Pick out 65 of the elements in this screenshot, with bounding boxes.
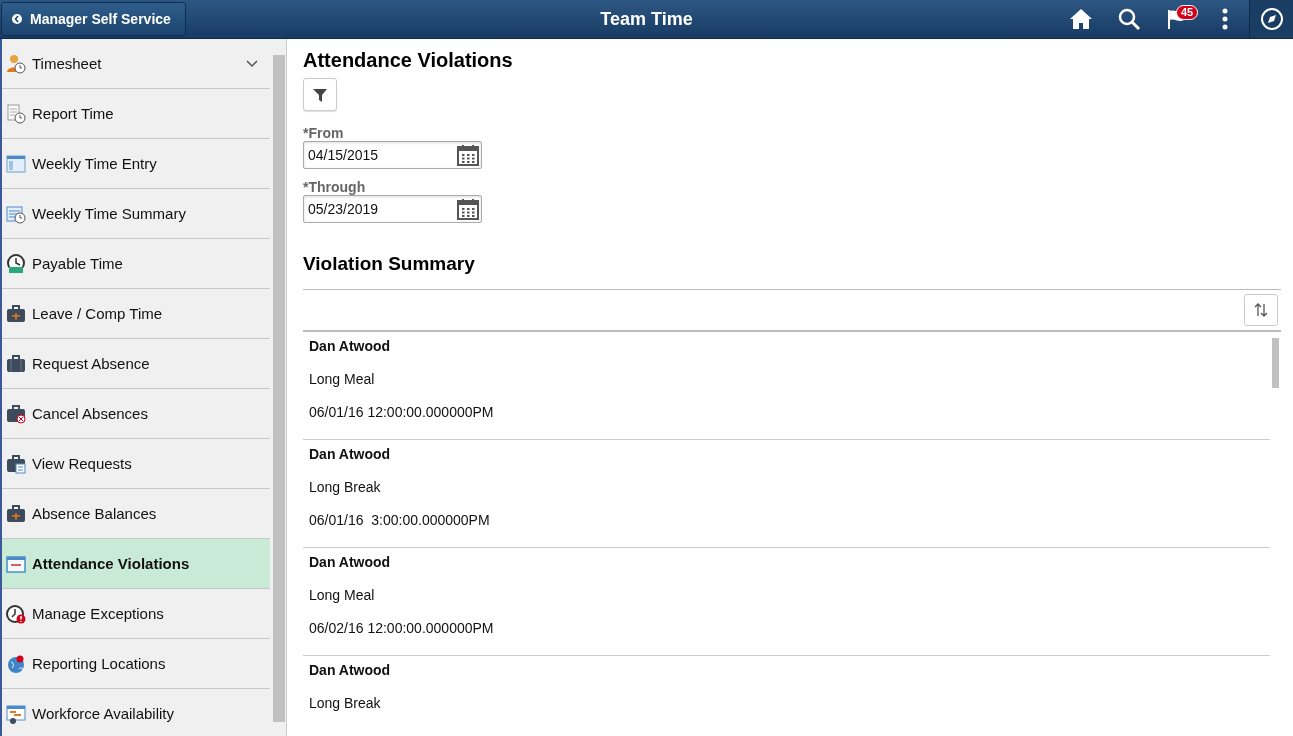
employee-name: Dan Atwood (309, 554, 392, 570)
sidebar-item[interactable]: Attendance Violations (2, 539, 271, 589)
sort-button[interactable] (1244, 294, 1278, 326)
violation-datetime: 06/01/16 3:00:00.000000PM (309, 512, 491, 528)
briefcase-cancel-icon (6, 403, 26, 424)
chevron-left-icon (12, 13, 22, 25)
page-title: Team Time (600, 8, 693, 30)
more-vertical-icon (1222, 8, 1228, 30)
clock-money-icon (6, 253, 26, 274)
violation-datetime: 06/02/16 12:00:00.000000PM (309, 620, 495, 636)
violation-row[interactable]: Dan Atwood Long Meal 06/02/16 12:00:00.000000PM (303, 548, 1270, 656)
violation-row[interactable]: Dan Atwood Long Break (303, 656, 1270, 736)
briefcase-scale-icon (6, 303, 26, 324)
chart-window-icon (6, 703, 26, 724)
calendar-icon (6, 553, 26, 574)
violation-type: Long Break (309, 479, 382, 495)
violation-datetime: 06/01/16 12:00:00.000000PM (309, 404, 495, 420)
sidebar-item[interactable]: Report Time (2, 89, 271, 139)
briefcase-scale-icon (6, 503, 26, 524)
calendar-clock-icon (6, 203, 26, 224)
employee-name: Dan Atwood (309, 446, 392, 462)
chevron-down-icon[interactable] (246, 59, 259, 68)
sidebar-item[interactable]: Reporting Locations (2, 639, 271, 689)
sidebar-item[interactable]: Request Absence (2, 339, 271, 389)
field-label: *Through (303, 179, 367, 195)
field-label: *From (303, 125, 345, 141)
violation-type: Long Meal (309, 587, 376, 603)
sidebar-item[interactable]: Workforce Availability (2, 689, 271, 736)
violation-type: Long Meal (309, 371, 376, 387)
violation-row[interactable]: Dan Atwood Long Meal 06/01/16 12:00:00.000000PM (303, 332, 1270, 440)
search-icon (1117, 7, 1141, 31)
navigation-button[interactable] (1249, 0, 1293, 38)
globe-pin-icon (6, 653, 26, 674)
employee-name: Dan Atwood (309, 662, 392, 678)
employee-name: Dan Atwood (309, 338, 392, 354)
page-heading: Attendance Violations (303, 49, 514, 72)
sidebar-item[interactable]: Weekly Time Entry (2, 139, 271, 189)
sidebar-item[interactable]: Cancel Absences (2, 389, 271, 439)
calendar-icon[interactable] (457, 144, 479, 166)
sidebar-item[interactable]: Weekly Time Summary (2, 189, 271, 239)
home-icon (1069, 8, 1093, 30)
sidebar-item[interactable]: View Requests (2, 439, 271, 489)
window-icon (6, 153, 26, 174)
briefcase-icon (6, 353, 26, 374)
notifications-button[interactable]: 45 (1153, 0, 1201, 38)
notification-badge: 45 (1176, 5, 1199, 20)
sidebar-item[interactable]: Leave / Comp Time (2, 289, 271, 339)
back-button[interactable]: Manager Self Service (1, 2, 186, 36)
calendar-icon[interactable] (457, 198, 479, 220)
sidebar-item[interactable]: Timesheet (2, 39, 271, 89)
violation-row[interactable]: Dan Atwood Long Break 06/01/16 3:00:00.000000PM (303, 440, 1270, 548)
compass-icon (1259, 7, 1284, 31)
person-clock-icon (6, 53, 26, 74)
date-field[interactable]: 04/15/2015 (303, 141, 482, 169)
violation-type: Long Break (309, 695, 382, 711)
filter-icon (312, 86, 328, 103)
filter-button[interactable] (303, 78, 337, 111)
sort-icon (1253, 302, 1269, 318)
clock-alert-icon (6, 603, 26, 624)
document-clock-icon (6, 103, 26, 124)
date-field[interactable]: 05/23/2019 (303, 195, 482, 223)
sidebar-item[interactable]: Payable Time (2, 239, 271, 289)
section-heading: Violation Summary (303, 253, 476, 275)
sidebar-item[interactable]: Manage Exceptions (2, 589, 271, 639)
briefcase-calendar-icon (6, 453, 26, 474)
